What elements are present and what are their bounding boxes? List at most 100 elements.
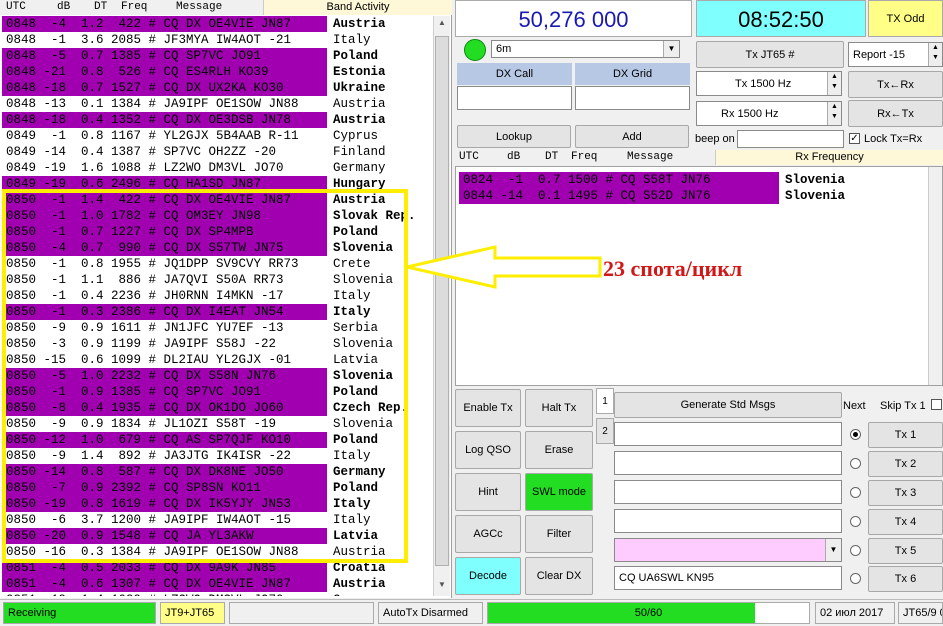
rx-from-tx-button[interactable]: Rx←Tx [848,100,943,127]
tx5-message-input[interactable]: ▼ [614,538,842,562]
rx-frequency-list[interactable]: 0824 -1 0.7 1500 # CQ S58T JN76 Slovenia 0… [459,172,845,204]
rx-col-utc: UTC [459,151,479,163]
band-activity-title: Band Activity [263,0,452,15]
band-activity-row[interactable]: 0848 -5 0.7 1385 # CQ SP7VC JO91 Poland [2,48,430,64]
tx-from-rx-button[interactable]: Tx←Rx [848,71,943,98]
scroll-up-icon[interactable]: ▲ [436,18,448,32]
tx5-radio[interactable] [850,545,861,556]
scroll-thumb[interactable] [435,36,449,566]
band-activity-row-country: Ukraine [333,81,386,95]
rx-frequency-title: Rx Frequency [715,150,943,165]
chevron-down-icon[interactable]: ▼ [825,539,841,561]
band-activity-row[interactable]: 0848 -1 3.6 2085 # JF3MYA IW4AOT -21 Ital… [2,32,430,48]
band-activity-row[interactable]: 0848 -18 0.7 1527 # CQ DX UX2KA KO30 Ukra… [2,80,430,96]
band-activity-row-decode: 0851 -19 1.4 1089 # LZ2WO DM3VL JO70 [2,592,327,596]
clear-dx-button[interactable]: Clear DX [525,557,593,595]
skip-tx1-checkbox[interactable] [931,399,942,410]
tx6-message-input[interactable]: CQ UA6SWL KN95 [614,566,842,590]
tx2-button[interactable]: Tx 2 [868,451,943,477]
band-activity-row[interactable]: 0848 -13 0.1 1384 # JA9IPF OE1SOW JN88 Au… [2,96,430,112]
tx6-radio[interactable] [850,573,861,584]
dx-call-input[interactable] [457,86,572,110]
tx3-radio[interactable] [850,487,861,498]
rx-frequency-row[interactable]: 0824 -1 0.7 1500 # CQ S58T JN76 Slovenia [459,172,845,188]
band-activity-row-country: Germany [333,161,386,175]
tab-2[interactable]: 2 [596,418,614,444]
lookup-button[interactable]: Lookup [457,125,571,148]
chevron-down-icon[interactable]: ▼ [663,41,679,57]
filter-button[interactable]: Filter [525,515,593,553]
rx-frequency-row-decode: 0844 -14 0.1 1495 # CQ S52D JN76 [459,188,779,204]
band-activity-row[interactable]: 0849 -14 0.4 1387 # SP7VC OH2ZZ -20 Finla… [2,144,430,160]
submode-status: JT65/9 0 [898,602,943,624]
tx2-radio[interactable] [850,458,861,469]
scroll-down-icon[interactable]: ▼ [436,580,448,594]
rx-frequency-spinbox[interactable]: Rx 1500 Hz ▲ ▼ [696,101,842,126]
tx4-message-input[interactable] [614,509,842,533]
halt-tx-button[interactable]: Halt Tx [525,389,593,427]
annotation-label: 23 спота/цикл [603,256,743,281]
rx-frequency-value: Rx 1500 Hz [721,107,779,120]
band-activity-row[interactable]: 0849 -19 1.6 1088 # LZ2WO DM3VL JO70 Germ… [2,160,430,176]
band-scrollbar[interactable]: ▲ ▼ [433,16,450,596]
tx-frequency-spin-icon[interactable]: ▲ ▼ [827,72,841,95]
tx-frequency-value: Tx 1500 Hz [735,77,792,90]
hint-button[interactable]: Hint [455,473,521,511]
band-activity-row[interactable]: 0848 -21 0.8 526 # CQ ES4RLH KO39 Estonia [2,64,430,80]
tx3-message-input[interactable] [614,480,842,504]
band-activity-row-country: Poland [333,49,379,63]
enable-tx-button[interactable]: Enable Tx [455,389,521,427]
rx-frequency-row-decode: 0824 -1 0.7 1500 # CQ S58T JN76 [459,172,779,188]
beep-on-input[interactable] [737,130,844,148]
utc-clock-display: 08:52:50 [696,0,866,37]
tx2-message-input[interactable] [614,451,842,475]
tab-1[interactable]: 1 [596,388,614,414]
band-activity-row[interactable]: 0851 -19 1.4 1089 # LZ2WO DM3VL JO70Germ… [2,592,430,596]
band-activity-row-decode: 0848 -18 0.4 1352 # CQ DX OE3DSB JN78 [2,112,327,128]
tx5-button[interactable]: Tx 5 [868,538,943,564]
band-activity-row-decode: 0848 -18 0.7 1527 # CQ DX UX2KA KO30 [2,80,327,96]
agcc-button[interactable]: AGCc [455,515,521,553]
tx6-button[interactable]: Tx 6 [868,566,943,592]
tx4-button[interactable]: Tx 4 [868,509,943,535]
tx1-radio[interactable] [850,429,861,440]
band-activity-row[interactable]: 0848 -18 0.4 1352 # CQ DX OE3DSB JN78 Aus… [2,112,430,128]
band-activity-header: UTC dB DT Freq Message Band Activity [0,0,452,15]
band-activity-row-decode: 0848 -1 3.6 2085 # JF3MYA IW4AOT -21 [6,33,292,47]
tx3-button[interactable]: Tx 3 [868,480,943,506]
decode-button[interactable]: Decode [455,557,521,595]
dial-frequency-display: 50,276 000 [455,0,692,37]
report-value: Report -15 [853,48,905,61]
band-activity-row[interactable]: 0849 -1 0.8 1167 # YL2GJX 5B4AAB R-11 Cyp… [2,128,430,144]
band-activity-row[interactable]: 0848 -4 1.2 422 # CQ DX OE4VIE JN87 Austr… [2,16,430,32]
tx1-button[interactable]: Tx 1 [868,422,943,448]
rx-frequency-header: UTC dB DT Freq Message Rx Frequency [455,150,943,165]
report-spinbox[interactable]: Report -15 ▲ ▼ [848,42,943,67]
rx-scrollbar[interactable] [928,167,942,385]
dx-grid-input[interactable] [575,86,690,110]
band-activity-row-country: Italy [333,33,371,47]
dx-grid-label: DX Grid [575,63,690,85]
generate-std-msgs-button[interactable]: Generate Std Msgs [614,392,842,418]
erase-button[interactable]: Erase [525,431,593,469]
tx-mode-button[interactable]: Tx JT65 # [696,41,844,68]
beep-on-label: beep on [695,133,735,145]
tx-parity-indicator: TX Odd [868,0,943,37]
tx1-message-input[interactable] [614,422,842,446]
band-select[interactable]: 6m ▼ [491,40,680,58]
report-spin-icon[interactable]: ▲ ▼ [928,43,942,66]
rx-frequency-row-country: Slovenia [785,189,846,203]
rx-col-message: Message [627,151,674,163]
band-activity-row-country: Germany [327,592,386,596]
rx-frequency-spin-icon[interactable]: ▲ ▼ [827,102,841,125]
swl-mode-button[interactable]: SWL mode [525,473,593,511]
band-activity-row-decode: 0849 -1 0.8 1167 # YL2GJX 5B4AAB R-11 [6,129,299,143]
rx-frequency-row[interactable]: 0844 -14 0.1 1495 # CQ S52D JN76 Slovenia [459,188,845,204]
tx-frequency-spinbox[interactable]: Tx 1500 Hz ▲ ▼ [696,71,842,96]
skip-tx1-label: Skip Tx 1 [880,400,926,412]
tx4-radio[interactable] [850,516,861,527]
band-activity-row[interactable]: 0851 -4 0.6 1307 # CQ DX OE4VIE JN87 Aust… [2,576,430,592]
add-button[interactable]: Add [575,125,689,148]
log-qso-button[interactable]: Log QSO [455,431,521,469]
lock-tx-rx-checkbox[interactable]: ✓ [849,133,860,144]
